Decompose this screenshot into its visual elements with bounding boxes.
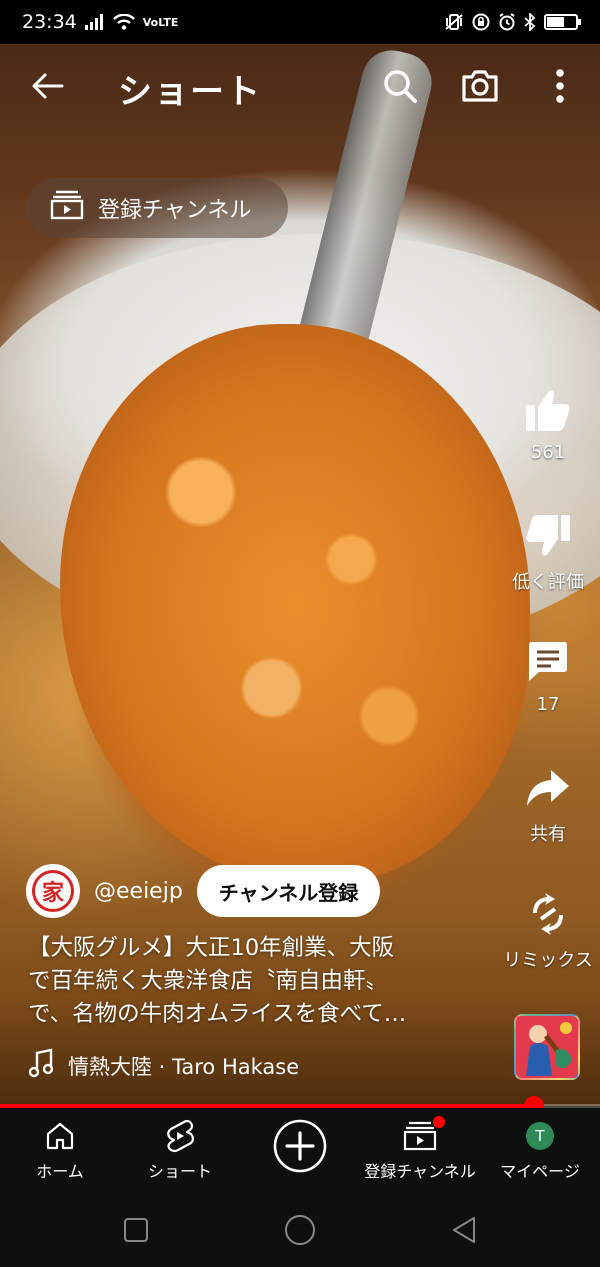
wifi-icon [112,14,135,30]
subscriptions-icon [50,190,84,226]
music-row[interactable]: 情熱大陸 · Taro Hakase [28,1048,299,1083]
nav-create[interactable] [240,1116,360,1176]
back-triangle-icon[interactable] [444,1210,484,1250]
nav-subscriptions[interactable]: 登録チャンネル [360,1116,480,1182]
nav-home-label: ホーム [36,1162,84,1181]
camera-icon[interactable] [458,64,502,108]
remix-button[interactable]: リミックス [500,886,596,972]
subscriptions-chip[interactable]: 登録チャンネル [26,178,288,238]
status-bar: 23:34 VoLTE [0,0,600,44]
remix-label: リミックス [503,950,593,971]
caption-line: 【大阪グルメ】大正10年創業、大阪 [28,935,395,961]
nav-shorts-label: ショート [147,1162,212,1181]
caption-line: で百年続く大衆洋食店〝南自由軒〟 [28,968,389,994]
back-arrow-icon[interactable] [26,64,70,108]
comments-button[interactable]: 17 [500,634,596,715]
remix-icon [520,886,576,942]
vibrate-icon [444,13,464,31]
signal-icon [84,14,105,30]
status-time: 23:34 [22,11,77,33]
more-vert-icon[interactable] [538,64,582,108]
lock-rotation-icon [472,13,490,31]
like-button[interactable]: 561 [500,382,596,463]
nav-home[interactable]: ホーム [0,1118,120,1182]
page-title: ショート [118,72,262,112]
search-icon[interactable] [378,64,422,108]
subscriptions-icon [403,1116,445,1154]
thumb-up-icon [520,382,576,438]
nav-mypage[interactable]: T マイページ [480,1118,600,1182]
battery-icon [544,14,581,30]
channel-row: 家 @eeiejp チャンネル登録 [26,864,381,918]
share-button[interactable]: 共有 [500,760,596,846]
music-note-icon [28,1048,54,1083]
alarm-icon [498,13,516,31]
thumb-down-icon [520,508,576,564]
shorts-icon [164,1118,196,1154]
volte-icon: VoLTE [142,15,179,29]
subscribe-button[interactable]: チャンネル登録 [196,865,381,917]
share-label: 共有 [530,824,566,845]
top-bar: ショート [0,44,600,128]
avatar: T [526,1118,554,1154]
dislike-label: 低く評価 [512,572,584,593]
music-title: 情熱大陸 · Taro Hakase [68,1054,300,1079]
music-album-art[interactable] [514,1014,580,1080]
bottom-nav: ホーム ショート 登録チャンネル T マイページ [0,1108,600,1188]
channel-avatar[interactable]: 家 [26,864,80,918]
home-icon [44,1118,76,1154]
video-caption[interactable]: 【大阪グルメ】大正10年創業、大阪 で百年続く大衆洋食店〝南自由軒〟 で、名物の… [28,932,478,1031]
caption-line: で、名物の牛肉オムライスを食べて… [28,1001,407,1027]
system-nav-bar [0,1188,600,1267]
avatar-letter: T [526,1122,554,1150]
channel-handle[interactable]: @eeiejp [94,879,183,904]
dislike-button[interactable]: 低く評価 [500,508,596,594]
subscriptions-chip-label: 登録チャンネル [98,198,252,223]
recents-icon[interactable] [116,1210,156,1250]
nav-mypage-label: マイページ [500,1162,580,1181]
bluetooth-icon [524,13,536,31]
comment-icon [520,634,576,690]
nav-subscriptions-label: 登録チャンネル [364,1162,476,1181]
notification-badge [433,1116,445,1128]
comment-count: 17 [536,694,560,715]
home-circle-icon[interactable] [280,1210,320,1250]
create-plus-icon [272,1116,328,1176]
like-count: 561 [530,442,566,463]
omurice-shape [60,324,530,884]
share-icon [520,760,576,816]
nav-shorts[interactable]: ショート [120,1118,240,1182]
